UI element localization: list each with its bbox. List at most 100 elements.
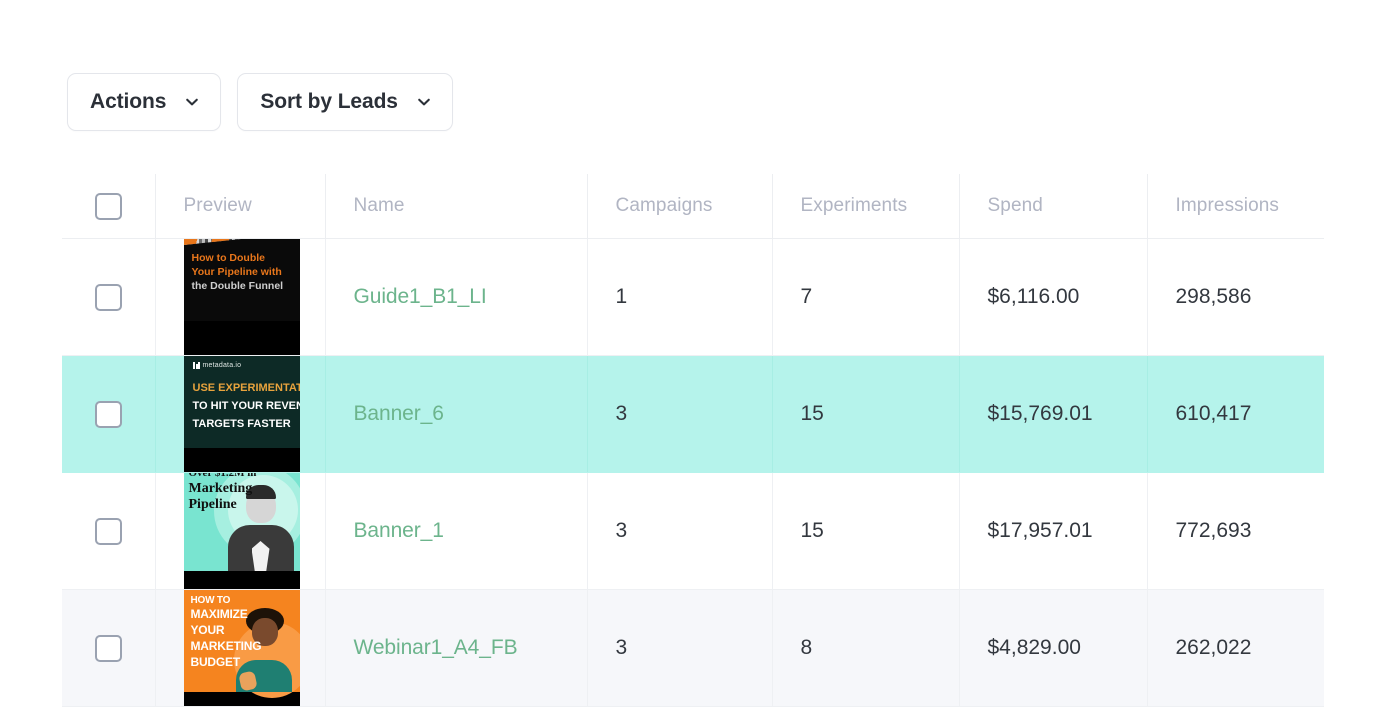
thumbnail-art-pipeline: Over $1.2M in Marketing Pipeline <box>183 473 300 571</box>
row-campaigns-cell: 3 <box>587 355 773 473</box>
creative-thumbnail[interactable]: How to Double Your Pipeline with the Dou… <box>183 239 300 355</box>
row-experiments-cell: 15 <box>772 355 960 473</box>
creative-thumbnail[interactable]: metadata.io USE EXPERIMENTATION TO HIT Y… <box>183 356 300 472</box>
impressions-value: 610,417 <box>1175 402 1252 425</box>
impressions-value: 262,022 <box>1175 636 1252 659</box>
campaigns-value: 3 <box>615 519 628 542</box>
row-preview-cell: Over $1.2M in Marketing Pipeline <box>155 472 326 590</box>
thumbnail-kicker: Over $1.2M in <box>188 473 257 479</box>
thumbnail-photo-strip <box>183 239 300 245</box>
thumbnail-line-3: the Double Funnel <box>191 280 284 292</box>
spend-value: $15,769.01 <box>987 402 1093 425</box>
experiments-value: 15 <box>800 519 824 542</box>
experiments-value: 8 <box>800 636 813 659</box>
chevron-down-icon <box>416 94 432 110</box>
thumbnail-line-4: MARKETING <box>190 639 262 653</box>
column-header-impressions[interactable]: Impressions <box>1147 174 1324 239</box>
column-header-campaigns[interactable]: Campaigns <box>587 174 773 239</box>
table-header-row: Preview Name Campaigns Experiments Spend… <box>62 174 1324 239</box>
creative-name-link[interactable]: Guide1_B1_LI <box>354 285 487 308</box>
table-header: Preview Name Campaigns Experiments Spend… <box>62 174 1324 239</box>
thumbnail-line-2: TO HIT YOUR REVENUE <box>192 400 300 412</box>
row-impressions-cell: 298,586 <box>1147 238 1324 356</box>
thumbnail-art-guide: How to Double Your Pipeline with the Dou… <box>183 239 300 321</box>
thumbnail-line-5: BUDGET <box>190 655 241 669</box>
table-toolbar: Actions Sort by Leads <box>67 73 453 131</box>
impressions-value: 298,586 <box>1175 285 1252 308</box>
column-header-preview-label: Preview <box>183 195 252 216</box>
row-spend-cell: $4,829.00 <box>959 589 1148 707</box>
impressions-value: 772,693 <box>1175 519 1252 542</box>
campaigns-value: 1 <box>615 285 628 308</box>
column-header-campaigns-label: Campaigns <box>615 195 713 216</box>
column-header-spend-label: Spend <box>987 195 1043 216</box>
row-experiments-cell: 8 <box>772 589 960 707</box>
column-header-impressions-label: Impressions <box>1175 195 1280 216</box>
thumbnail-art-metadata: metadata.io USE EXPERIMENTATION TO HIT Y… <box>183 356 300 448</box>
table-body: How to Double Your Pipeline with the Dou… <box>62 238 1324 707</box>
thumbnail-headline: How to Double Your Pipeline with the Dou… <box>192 251 294 293</box>
row-select-cell <box>62 355 156 473</box>
creative-name-link[interactable]: Webinar1_A4_FB <box>354 636 518 659</box>
row-checkbox[interactable] <box>95 517 122 545</box>
row-impressions-cell: 262,022 <box>1147 589 1324 707</box>
column-header-experiments-label: Experiments <box>800 195 908 216</box>
thumbnail-line-1: Marketing <box>188 481 253 496</box>
select-all-checkbox[interactable] <box>95 192 122 220</box>
thumbnail-line-3: YOUR <box>190 623 225 637</box>
actions-dropdown-button[interactable]: Actions <box>67 73 222 131</box>
row-checkbox[interactable] <box>95 400 122 428</box>
metadata-logo-text: metadata.io <box>202 362 242 369</box>
creative-thumbnail[interactable]: Over $1.2M in Marketing Pipeline <box>183 473 300 589</box>
column-header-preview[interactable]: Preview <box>155 174 326 239</box>
table-row[interactable]: How to Double Your Pipeline with the Dou… <box>62 238 1324 356</box>
row-checkbox[interactable] <box>95 283 122 311</box>
row-impressions-cell: 610,417 <box>1147 355 1324 473</box>
creative-thumbnail[interactable]: HOW TO MAXIMIZE YOUR MARKETING BUDGET <box>183 590 300 706</box>
spend-value: $17,957.01 <box>987 519 1093 542</box>
row-select-cell <box>62 589 156 707</box>
column-header-name-label: Name <box>353 195 405 216</box>
creative-name-link[interactable]: Banner_6 <box>354 402 444 425</box>
experiments-value: 7 <box>800 285 813 308</box>
thumbnail-art-webinar: HOW TO MAXIMIZE YOUR MARKETING BUDGET <box>183 590 300 698</box>
row-experiments-cell: 7 <box>772 238 960 356</box>
column-header-name[interactable]: Name <box>325 174 588 239</box>
sort-by-dropdown-label: Sort by Leads <box>260 90 398 113</box>
row-campaigns-cell: 3 <box>587 472 773 590</box>
row-spend-cell: $6,116.00 <box>959 238 1148 356</box>
thumbnail-line-1: HOW TO <box>190 595 231 606</box>
campaigns-value: 3 <box>615 402 628 425</box>
chevron-down-icon <box>184 94 200 110</box>
select-all-header-cell <box>62 174 156 239</box>
metadata-logo-mark <box>192 362 200 369</box>
table-row[interactable]: metadata.io USE EXPERIMENTATION TO HIT Y… <box>62 355 1324 473</box>
row-name-cell: Guide1_B1_LI <box>325 238 588 356</box>
spend-value: $6,116.00 <box>987 285 1080 308</box>
thumbnail-line-2: Your Pipeline with <box>191 266 282 278</box>
table-row[interactable]: HOW TO MAXIMIZE YOUR MARKETING BUDGET We… <box>62 589 1324 707</box>
row-select-cell <box>62 238 156 356</box>
creative-name-link[interactable]: Banner_1 <box>354 519 444 542</box>
row-spend-cell: $15,769.01 <box>959 355 1148 473</box>
row-campaigns-cell: 1 <box>587 238 773 356</box>
row-name-cell: Banner_6 <box>325 355 588 473</box>
spend-value: $4,829.00 <box>987 636 1081 659</box>
row-name-cell: Banner_1 <box>325 472 588 590</box>
thumbnail-line-2: Pipeline <box>188 497 237 512</box>
sort-by-dropdown-button[interactable]: Sort by Leads <box>237 73 453 131</box>
column-header-spend[interactable]: Spend <box>959 174 1148 239</box>
table-row[interactable]: Over $1.2M in Marketing Pipeline Banner_… <box>62 472 1324 590</box>
row-checkbox[interactable] <box>95 634 122 662</box>
row-name-cell: Webinar1_A4_FB <box>325 589 588 707</box>
metadata-logo: metadata.io <box>192 362 242 369</box>
thumbnail-line-2: MAXIMIZE <box>190 607 248 621</box>
experiments-value: 15 <box>800 402 824 425</box>
row-preview-cell: HOW TO MAXIMIZE YOUR MARKETING BUDGET <box>155 589 326 707</box>
column-header-experiments[interactable]: Experiments <box>772 174 960 239</box>
row-impressions-cell: 772,693 <box>1147 472 1324 590</box>
row-spend-cell: $17,957.01 <box>959 472 1148 590</box>
row-preview-cell: How to Double Your Pipeline with the Dou… <box>155 238 326 356</box>
thumbnail-line-1: USE EXPERIMENTATION <box>192 382 300 394</box>
row-experiments-cell: 15 <box>772 472 960 590</box>
